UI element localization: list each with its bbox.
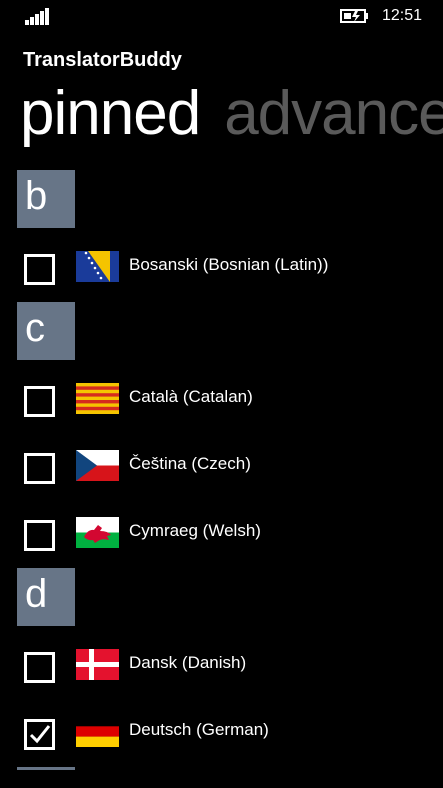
next-group-header-edge — [17, 767, 75, 770]
language-item-danish[interactable]: Dansk (Danish) — [0, 649, 443, 695]
pivot-item-advanced[interactable]: advanced — [224, 79, 443, 148]
language-item-czech[interactable]: Čeština (Czech) — [0, 450, 443, 496]
language-label: Dansk (Danish) — [129, 653, 247, 672]
group-letter: c — [25, 306, 45, 350]
status-bar: 12:51 — [0, 0, 443, 32]
clock: 12:51 — [382, 7, 423, 24]
germany-flag-icon — [76, 716, 119, 747]
catalonia-flag-icon — [76, 383, 119, 414]
language-item-german[interactable]: Deutsch (German) — [0, 716, 443, 762]
group-letter: d — [25, 572, 48, 616]
checkbox[interactable] — [24, 520, 55, 551]
denmark-flag-icon — [76, 649, 119, 680]
group-header-d[interactable]: d — [17, 568, 75, 626]
checkmark-icon — [29, 725, 51, 744]
language-label: Bosanski (Bosnian (Latin)) — [129, 255, 329, 274]
language-label: Català (Catalan) — [129, 387, 253, 406]
checkbox-checked[interactable] — [24, 719, 55, 750]
language-item-bosnian[interactable]: Bosanski (Bosnian (Latin)) — [0, 251, 443, 297]
language-label: Cymraeg (Welsh) — [129, 521, 261, 540]
language-item-welsh[interactable]: Cymraeg (Welsh) — [0, 517, 443, 563]
pivot-item-pinned[interactable]: pinned — [20, 79, 201, 148]
language-label: Deutsch (German) — [129, 720, 269, 739]
group-header-b[interactable]: b — [17, 170, 75, 228]
bosnia-flag-icon — [76, 251, 119, 282]
czech-flag-icon — [76, 450, 119, 481]
group-header-c[interactable]: c — [17, 302, 75, 360]
checkbox[interactable] — [24, 453, 55, 484]
app-title: TranslatorBuddy — [23, 49, 182, 71]
pivot-header: pinned advanced — [0, 70, 443, 160]
checkbox[interactable] — [24, 254, 55, 285]
language-item-catalan[interactable]: Català (Catalan) — [0, 383, 443, 429]
language-label: Čeština (Czech) — [129, 454, 251, 473]
wales-flag-icon — [76, 517, 119, 548]
group-letter: b — [25, 174, 48, 218]
signal-strength-icon — [25, 7, 51, 25]
checkbox[interactable] — [24, 652, 55, 683]
checkbox[interactable] — [24, 386, 55, 417]
battery-charging-icon — [340, 9, 368, 23]
